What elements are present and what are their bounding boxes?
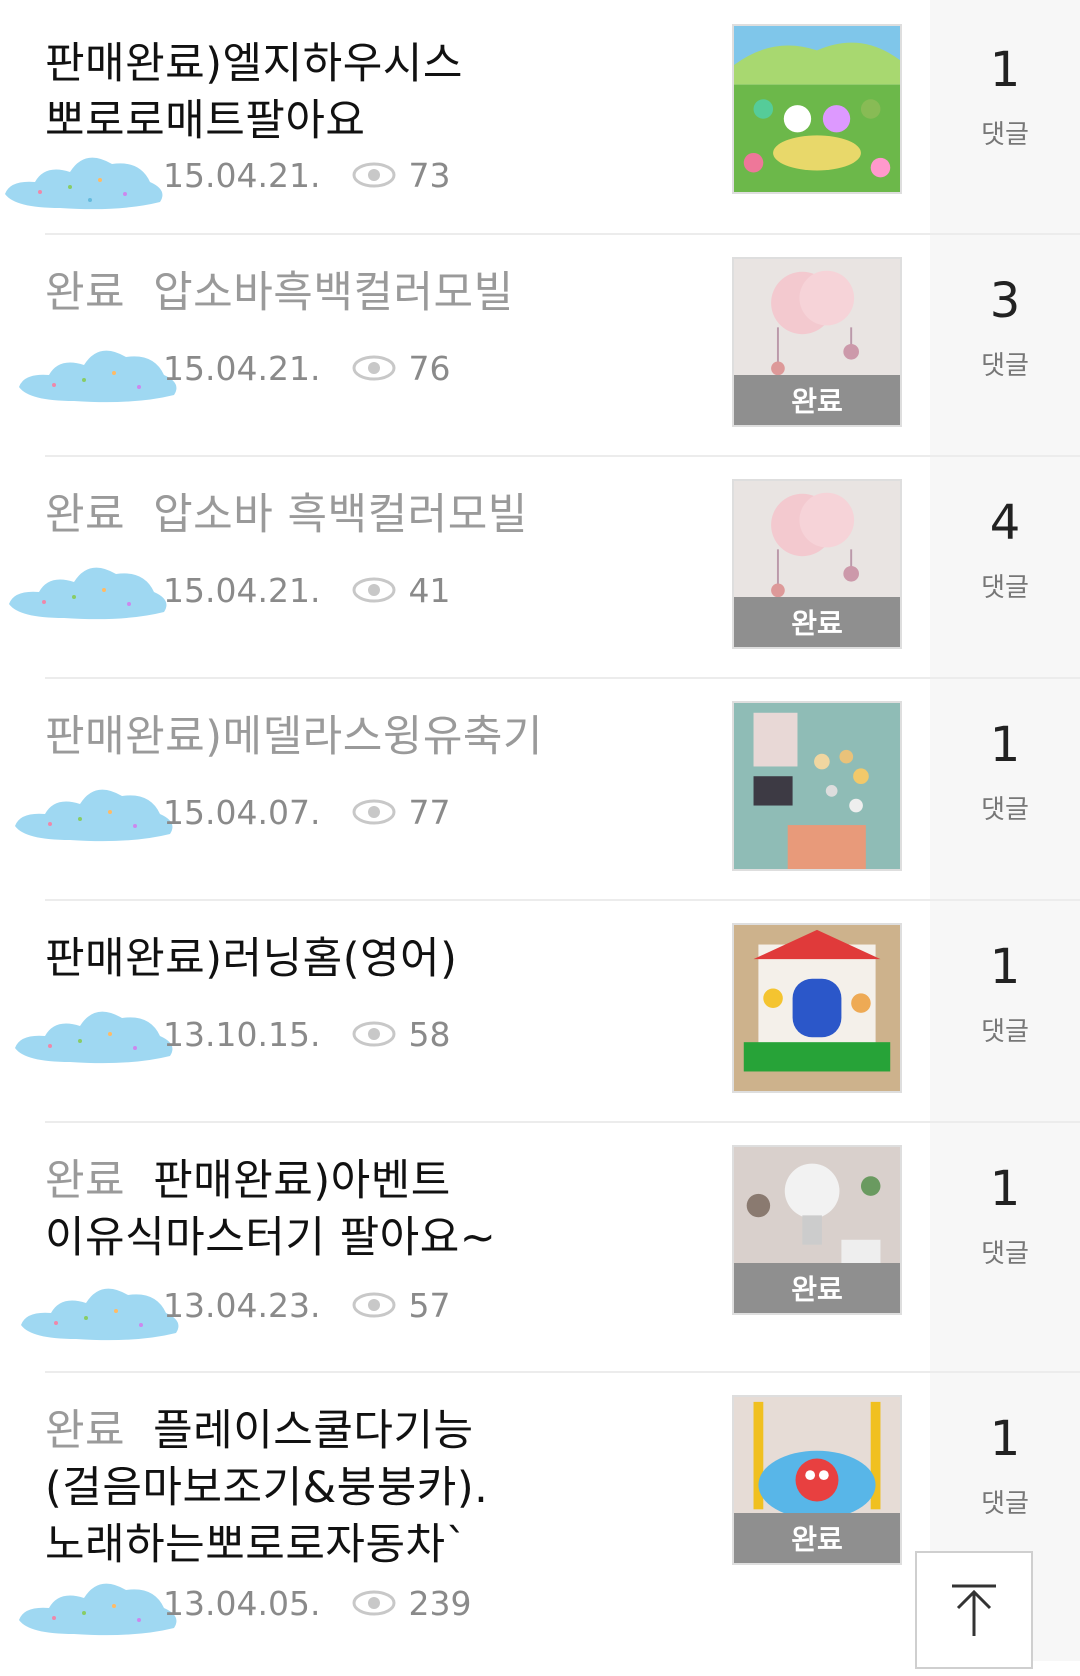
comment-label: 댓글: [981, 573, 1029, 603]
post-meta: 15.04.07. 77: [163, 792, 450, 832]
status-tag: 완료: [45, 1406, 126, 1456]
comment-label: 댓글: [981, 351, 1029, 381]
post-title[interactable]: 판매완료)메델라스윙유축기: [45, 709, 685, 766]
thumbnail-image: [734, 925, 900, 1091]
eye-icon: [352, 1590, 396, 1616]
thumbnail-image: [734, 26, 900, 192]
post-date: 15.04.21.: [163, 570, 321, 610]
comment-label: 댓글: [981, 1017, 1029, 1047]
comment-count: 1: [989, 42, 1021, 98]
eye-icon: [352, 799, 396, 825]
post-list: 판매완료)엘지하우시스 뽀로로매트팔아요 15.04.21. 73 1 댓글 완…: [0, 0, 1080, 1663]
post-title[interactable]: 판매완료)엘지하우시스 뽀로로매트팔아요: [45, 36, 685, 150]
comment-count: 1: [989, 939, 1021, 995]
post-meta: 15.04.21. 41: [163, 570, 450, 610]
arrow-up-to-top-icon: [952, 1584, 996, 1636]
view-count: 76: [408, 348, 451, 388]
post-title-text: 압소바흑백컬러모빌: [153, 268, 514, 318]
view-count: 58: [408, 1014, 451, 1054]
list-item[interactable]: 완료 압소바흑백컬러모빌 15.04.21. 76 완료 3 댓글: [0, 235, 1080, 457]
post-title[interactable]: 완료 플레이스쿨다기능(걸음마보조기&붕붕카).노래하는뽀로로자동차`: [45, 1403, 685, 1574]
eye-icon: [352, 577, 396, 603]
post-title[interactable]: 완료 압소바 흑백컬러모빌: [45, 487, 685, 544]
eye-icon: [352, 1021, 396, 1047]
list-item[interactable]: 완료 압소바 흑백컬러모빌 15.04.21. 41 완료 4 댓글: [0, 457, 1080, 679]
post-title-text: 판매완료)러닝홈(영어): [45, 934, 458, 984]
post-title[interactable]: 완료 판매완료)아벤트 이유식마스터기 팔아요~: [45, 1153, 685, 1267]
post-thumbnail[interactable]: 완료: [732, 1395, 902, 1565]
comment-label: 댓글: [981, 120, 1029, 150]
status-badge: 완료: [734, 597, 900, 647]
comment-count: 4: [989, 495, 1021, 551]
comment-count: 1: [989, 1161, 1021, 1217]
author-redaction-cloud: [19, 1583, 177, 1636]
author-redaction-cloud: [15, 1011, 173, 1064]
list-item[interactable]: 판매완료)엘지하우시스 뽀로로매트팔아요 15.04.21. 73 1 댓글: [0, 0, 1080, 235]
post-title-text: 판매완료)엘지하우시스 뽀로로매트팔아요: [45, 39, 463, 146]
post-meta: 13.10.15. 58: [163, 1014, 450, 1054]
status-tag: 완료: [45, 490, 126, 540]
view-count: 239: [408, 1583, 472, 1623]
status-badge: 완료: [734, 1513, 900, 1563]
list-item[interactable]: 완료 판매완료)아벤트 이유식마스터기 팔아요~ 13.04.23. 57 완료 …: [0, 1123, 1080, 1373]
view-count: 57: [408, 1285, 451, 1325]
eye-icon: [352, 355, 396, 381]
scroll-to-top-button[interactable]: [915, 1551, 1033, 1669]
comment-label: 댓글: [981, 1489, 1029, 1519]
post-thumbnail[interactable]: [732, 24, 902, 194]
comment-count: 1: [989, 1411, 1021, 1467]
comment-label: 댓글: [981, 795, 1029, 825]
status-tag: 완료: [45, 268, 126, 318]
post-title[interactable]: 판매완료)러닝홈(영어): [45, 931, 685, 988]
post-date: 15.04.21.: [163, 348, 321, 388]
view-count: 41: [408, 570, 451, 610]
status-badge: 완료: [734, 1263, 900, 1313]
post-date: 13.04.23.: [163, 1285, 321, 1325]
post-thumbnail[interactable]: [732, 923, 902, 1093]
post-date: 15.04.21.: [163, 155, 321, 195]
view-count: 77: [408, 792, 451, 832]
post-date: 13.04.05.: [163, 1583, 321, 1623]
comment-count: 1: [989, 717, 1021, 773]
post-title-text: 판매완료)메델라스윙유축기: [45, 712, 543, 762]
view-count: 73: [408, 155, 451, 195]
comment-label: 댓글: [981, 1239, 1029, 1269]
post-meta: 15.04.21. 73: [163, 155, 450, 195]
author-redaction-cloud: [9, 567, 167, 620]
thumbnail-image: [734, 703, 900, 869]
post-meta: 15.04.21. 76: [163, 348, 450, 388]
eye-icon: [352, 1292, 396, 1318]
post-thumbnail[interactable]: 완료: [732, 479, 902, 649]
status-badge: 완료: [734, 375, 900, 425]
post-title-text: 압소바 흑백컬러모빌: [153, 490, 528, 540]
list-item[interactable]: 판매완료)러닝홈(영어) 13.10.15. 58 1 댓글: [0, 901, 1080, 1123]
post-title[interactable]: 완료 압소바흑백컬러모빌: [45, 265, 685, 322]
author-redaction-cloud: [19, 350, 177, 403]
author-redaction-cloud: [21, 1288, 179, 1341]
status-tag: 완료: [45, 1156, 126, 1206]
post-date: 13.10.15.: [163, 1014, 321, 1054]
post-meta: 13.04.05. 239: [163, 1583, 471, 1623]
eye-icon: [352, 162, 396, 188]
list-item[interactable]: 판매완료)메델라스윙유축기 15.04.07. 77 1 댓글: [0, 679, 1080, 901]
author-redaction-cloud: [5, 157, 163, 210]
post-date: 15.04.07.: [163, 792, 321, 832]
comment-count: 3: [989, 273, 1021, 329]
post-meta: 13.04.23. 57: [163, 1285, 450, 1325]
post-thumbnail[interactable]: [732, 701, 902, 871]
author-redaction-cloud: [15, 789, 173, 842]
post-thumbnail[interactable]: 완료: [732, 1145, 902, 1315]
post-thumbnail[interactable]: 완료: [732, 257, 902, 427]
